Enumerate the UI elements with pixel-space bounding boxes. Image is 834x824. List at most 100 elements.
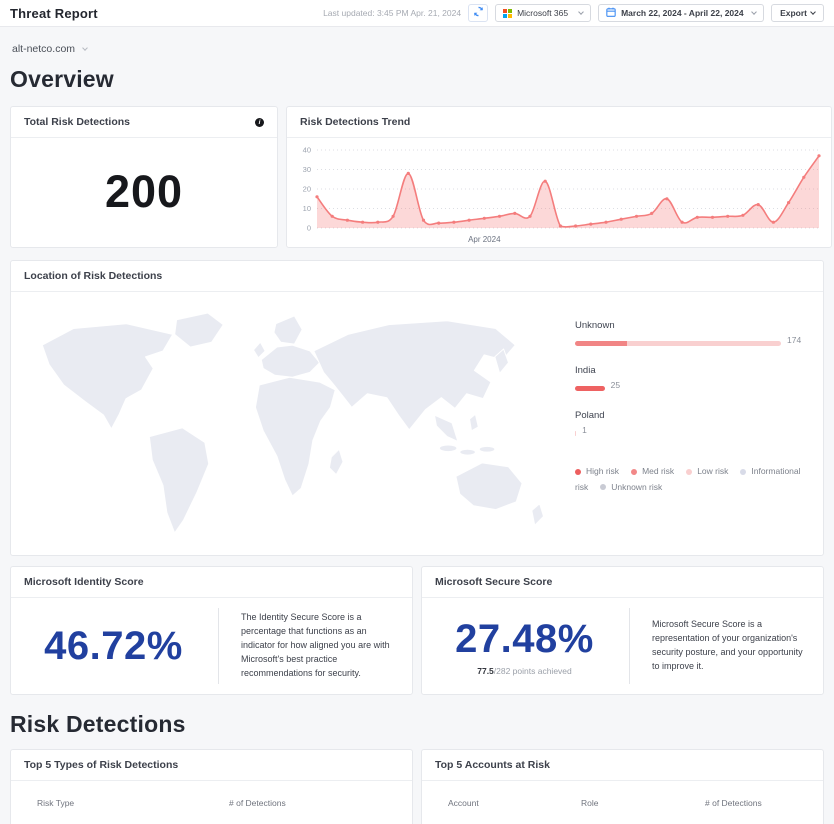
secure-score-points-total: /282 points achieved xyxy=(494,666,572,676)
trend-title: Risk Detections Trend xyxy=(300,116,410,128)
svg-text:0: 0 xyxy=(307,224,311,233)
svg-text:30: 30 xyxy=(303,165,311,174)
last-updated-text: Last updated: 3:45 PM Apr. 21, 2024 xyxy=(323,8,461,18)
tenant-dropdown[interactable]: Microsoft 365 xyxy=(495,4,591,22)
location-bar xyxy=(575,431,576,436)
top-types-card: Top 5 Types of Risk Detections Risk Type… xyxy=(10,749,413,824)
refresh-button[interactable] xyxy=(468,4,488,22)
calendar-icon xyxy=(606,7,616,19)
top-accounts-title: Top 5 Accounts at Risk xyxy=(435,759,550,771)
top-types-table-header: Risk Type# of Detections xyxy=(11,781,412,808)
legend-label: Unknown risk xyxy=(611,482,662,492)
legend-label: Med risk xyxy=(642,466,674,476)
map-africa xyxy=(255,377,335,496)
map-south-america xyxy=(149,428,208,533)
location-bar-value: 1 xyxy=(582,425,587,435)
map-indonesia xyxy=(460,449,476,455)
map-australia xyxy=(456,463,522,510)
microsoft-logo-icon xyxy=(503,9,512,18)
map-philippines xyxy=(470,414,479,431)
location-bar xyxy=(575,341,781,346)
location-bars: Unknown 174 India 25 Poland 1 xyxy=(575,320,805,438)
info-icon[interactable]: i xyxy=(255,118,264,127)
top-types-title: Top 5 Types of Risk Detections xyxy=(24,759,178,771)
map-indonesia xyxy=(439,445,457,452)
world-map xyxy=(11,292,571,556)
refresh-icon xyxy=(473,4,484,22)
legend-label: High risk xyxy=(586,466,619,476)
table-column-header: Risk Type xyxy=(37,798,229,808)
chevron-down-icon xyxy=(578,9,584,15)
table-column-header: # of Detections xyxy=(705,798,809,808)
svg-text:10: 10 xyxy=(303,204,311,213)
total-risk-title: Total Risk Detections xyxy=(24,116,130,128)
trend-area-chart: 0 10 20 30 40 Apr 2024 xyxy=(291,140,825,246)
map-madagascar xyxy=(329,449,343,474)
map-greenland xyxy=(175,313,224,347)
tenant-domain-selector[interactable]: alt-netco.com xyxy=(12,43,87,55)
map-southeast-asia xyxy=(435,415,458,441)
map-indonesia xyxy=(479,446,495,452)
location-bar-segment xyxy=(627,341,782,346)
total-risk-value: 200 xyxy=(105,166,183,218)
svg-text:40: 40 xyxy=(303,146,311,155)
secure-score-description: Microsoft Secure Score is a representati… xyxy=(632,618,823,674)
total-risk-card: Total Risk Detections i 200 xyxy=(10,106,278,248)
chevron-down-icon xyxy=(82,45,88,51)
location-bar-segment xyxy=(575,431,576,436)
map-north-america xyxy=(42,324,172,429)
location-bar-value: 174 xyxy=(787,335,801,345)
top-bar-actions: Last updated: 3:45 PM Apr. 21, 2024 Micr… xyxy=(323,4,824,22)
table-column-header: Account xyxy=(448,798,581,808)
secure-score-value: 27.48% xyxy=(422,617,627,662)
location-title: Location of Risk Detections xyxy=(24,270,162,282)
overview-heading: Overview xyxy=(10,66,824,93)
table-column-header: Role xyxy=(581,798,705,808)
map-europe xyxy=(261,345,319,377)
risk-legend: High riskMed riskLow riskInformational r… xyxy=(575,464,821,494)
svg-text:20: 20 xyxy=(303,185,311,194)
secure-score-card: Microsoft Secure Score 27.48% 77.5/282 p… xyxy=(421,566,824,695)
legend-dot-icon xyxy=(686,469,692,475)
table-column-header: # of Detections xyxy=(229,798,398,808)
secure-score-points-achieved: 77.5 xyxy=(477,666,494,676)
risk-detections-heading: Risk Detections xyxy=(10,711,824,738)
scores-row: Microsoft Identity Score 46.72% The Iden… xyxy=(10,566,824,695)
tenant-dropdown-value: Microsoft 365 xyxy=(517,8,574,18)
map-new-zealand xyxy=(532,504,544,525)
top-bar: Threat Report Last updated: 3:45 PM Apr.… xyxy=(0,0,834,27)
location-bar-row: 1 xyxy=(575,428,805,438)
chevron-down-icon xyxy=(751,9,757,15)
breadcrumb-domain: alt-netco.com xyxy=(12,43,75,55)
identity-score-card: Microsoft Identity Score 46.72% The Iden… xyxy=(10,566,413,695)
location-bar-label: Unknown xyxy=(575,320,805,331)
top-accounts-table-header: AccountRole# of Detections xyxy=(422,781,823,808)
overview-top-row: Total Risk Detections i 200 Risk Detecti… xyxy=(10,106,824,248)
location-bar-row: 174 xyxy=(575,338,805,348)
location-bar xyxy=(575,386,605,391)
trend-card: Risk Detections Trend 0 10 20 30 40 Apr 2024 xyxy=(286,106,832,248)
date-range-value: March 22, 2024 - April 22, 2024 xyxy=(621,8,747,18)
divider xyxy=(629,608,630,684)
legend-dot-icon xyxy=(600,484,606,490)
divider xyxy=(218,608,219,684)
location-bar-label: Poland xyxy=(575,410,805,421)
identity-score-title: Microsoft Identity Score xyxy=(24,576,144,588)
location-bar-value: 25 xyxy=(611,380,620,390)
date-range-dropdown[interactable]: March 22, 2024 - April 22, 2024 xyxy=(598,4,764,22)
map-scandinavia xyxy=(274,316,302,344)
export-button[interactable]: Export xyxy=(771,4,824,22)
svg-text:Apr 2024: Apr 2024 xyxy=(468,235,501,244)
page-content: alt-netco.com Overview Total Risk Detect… xyxy=(0,43,834,824)
top-accounts-card: Top 5 Accounts at Risk AccountRole# of D… xyxy=(421,749,824,824)
identity-score-description: The Identity Secure Score is a percentag… xyxy=(221,611,412,681)
export-button-label: Export xyxy=(780,8,807,18)
map-uk xyxy=(253,342,265,358)
legend-dot-icon xyxy=(740,469,746,475)
risk-tables-row: Top 5 Types of Risk Detections Risk Type… xyxy=(10,749,824,824)
location-bar-segment xyxy=(575,341,627,346)
location-bar-row: 25 xyxy=(575,383,805,393)
app-title: Threat Report xyxy=(10,6,98,21)
location-bar-label: India xyxy=(575,365,805,376)
legend-dot-icon xyxy=(575,469,581,475)
